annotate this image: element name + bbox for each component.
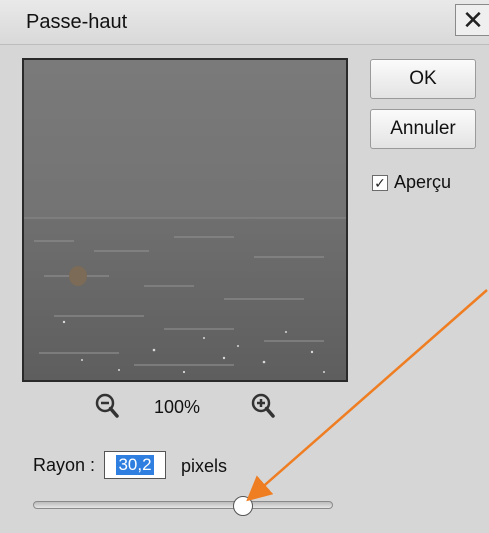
title-bar: Passe-haut ✕ <box>0 0 489 45</box>
sea-horizon-image <box>24 60 346 380</box>
zoom-out-button[interactable] <box>94 392 120 422</box>
zoom-level: 100% <box>154 397 201 417</box>
ok-button[interactable]: OK <box>370 59 476 99</box>
radius-input[interactable]: 30,2 <box>104 451 166 479</box>
zoom-in-button[interactable] <box>250 392 276 422</box>
radius-slider-track[interactable] <box>33 501 333 509</box>
preview-image[interactable] <box>22 58 348 382</box>
close-icon: ✕ <box>462 4 484 35</box>
preview-label: Aperçu <box>394 172 452 192</box>
radius-slider-thumb[interactable] <box>233 496 253 516</box>
checkmark-icon: ✓ <box>374 174 386 191</box>
zoom-in-icon <box>251 393 275 418</box>
unit-label: pixels <box>181 456 228 476</box>
close-button[interactable]: ✕ <box>455 4 489 36</box>
zoom-out-icon <box>95 393 119 418</box>
preview-toggle[interactable]: ✓ Aperçu <box>372 172 451 193</box>
window-title: Passe-haut <box>26 11 128 33</box>
preview-checkbox[interactable]: ✓ <box>372 174 388 191</box>
cancel-button[interactable]: Annuler <box>370 109 476 149</box>
radius-label: Rayon : <box>33 455 96 475</box>
radius-value: 30,2 <box>116 455 154 475</box>
